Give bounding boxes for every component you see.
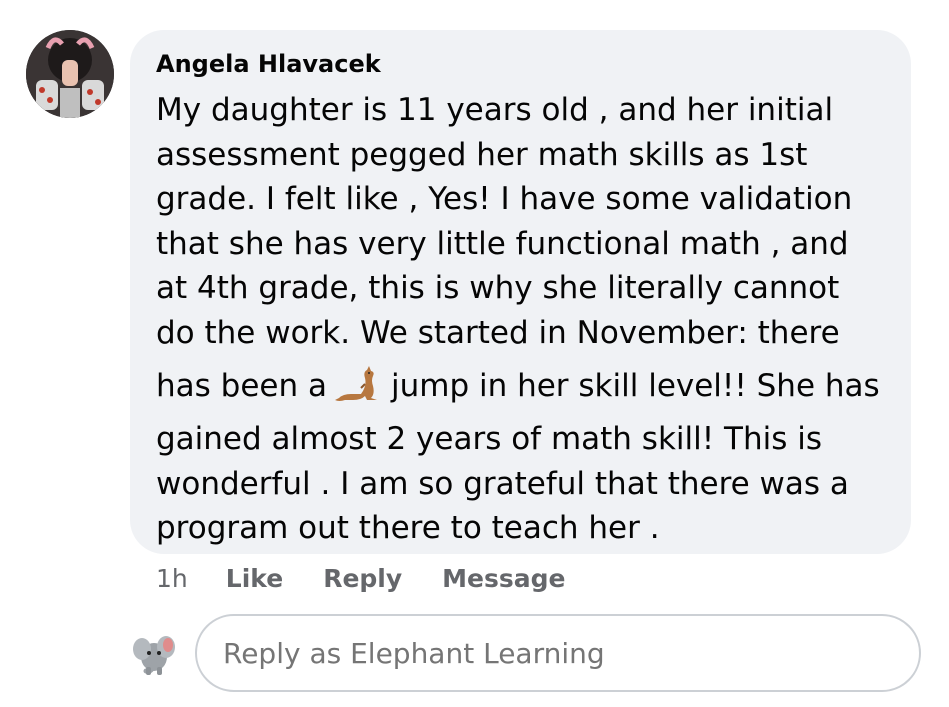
comment-line: My daughter is 11 years old , and her in… (156, 92, 834, 128)
comment-author[interactable]: Angela Hlavacek (156, 50, 381, 78)
commenter-avatar[interactable] (26, 30, 114, 118)
comment-line: gained almost 2 years of math skill! Thi… (156, 421, 822, 457)
comment-line: do the work. We started in November: the… (156, 314, 840, 351)
message-button[interactable]: Message (442, 564, 565, 593)
comment-segment: jump in her skill level!! She has (390, 368, 880, 404)
kangaroo-icon (331, 363, 387, 403)
comment-line: assessment pegged her math skills as 1st (156, 136, 808, 173)
comment-line: that she has very little functional math… (156, 225, 849, 262)
comment-timestamp[interactable]: 1h (156, 564, 188, 593)
comment-line: grade. I felt like , Yes! I have some va… (156, 181, 853, 217)
reply-input[interactable] (195, 614, 921, 692)
reply-button[interactable]: Reply (323, 564, 402, 593)
comment-bubble: Angela Hlavacek My daughter is 11 years … (130, 30, 911, 554)
comment-line: at 4th grade, this is why she literally … (156, 270, 840, 306)
comment-text: My daughter is 11 years old , and her in… (156, 88, 901, 551)
comment-actions: 1h Like Reply Message (156, 560, 605, 596)
elephant-icon[interactable] (128, 627, 180, 679)
like-button[interactable]: Like (226, 564, 283, 593)
comment-segment: has been a (156, 368, 327, 404)
comment-line: wonderful . I am so grateful that there … (156, 465, 849, 502)
comment-line: program out there to teach her . (156, 510, 660, 546)
comment-line: has been a jump in her skill level!! She… (156, 355, 901, 417)
profile-photo (26, 30, 114, 118)
